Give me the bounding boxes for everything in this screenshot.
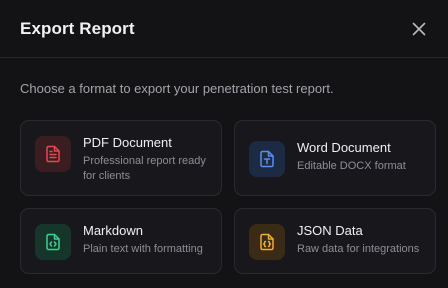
dialog-subtitle: Choose a format to export your penetrati… xyxy=(20,81,334,96)
file-code-icon xyxy=(46,233,60,251)
format-title: PDF Document xyxy=(83,135,172,150)
format-option-pdf[interactable]: PDF Document Professional report ready f… xyxy=(20,120,222,196)
dialog-header: Export Report xyxy=(0,0,448,58)
format-title: Markdown xyxy=(83,223,143,238)
close-icon xyxy=(412,22,426,35)
file-json-icon xyxy=(260,233,274,251)
json-icon-box xyxy=(249,224,285,260)
format-description: Editable DOCX format xyxy=(297,160,406,172)
format-title: JSON Data xyxy=(297,223,363,238)
close-button[interactable] xyxy=(408,18,430,40)
format-options: PDF Document Professional report ready f… xyxy=(20,120,436,274)
format-description: Plain text with formatting xyxy=(83,243,203,255)
markdown-icon-box xyxy=(35,224,71,260)
dialog-title: Export Report xyxy=(20,18,135,38)
format-description: Professional report ready for clients xyxy=(83,155,206,182)
pdf-icon-box xyxy=(35,136,71,172)
format-option-word[interactable]: Word Document Editable DOCX format xyxy=(234,120,436,196)
format-title: Word Document xyxy=(297,140,391,155)
export-report-dialog: Export Report Choose a format to export … xyxy=(0,0,448,288)
format-option-markdown[interactable]: Markdown Plain text with formatting xyxy=(20,208,222,274)
word-icon-box xyxy=(249,141,285,177)
format-description: Raw data for integrations xyxy=(297,243,420,255)
file-type-icon xyxy=(260,150,274,168)
format-option-json[interactable]: JSON Data Raw data for integrations xyxy=(234,208,436,274)
file-text-icon xyxy=(46,145,60,163)
